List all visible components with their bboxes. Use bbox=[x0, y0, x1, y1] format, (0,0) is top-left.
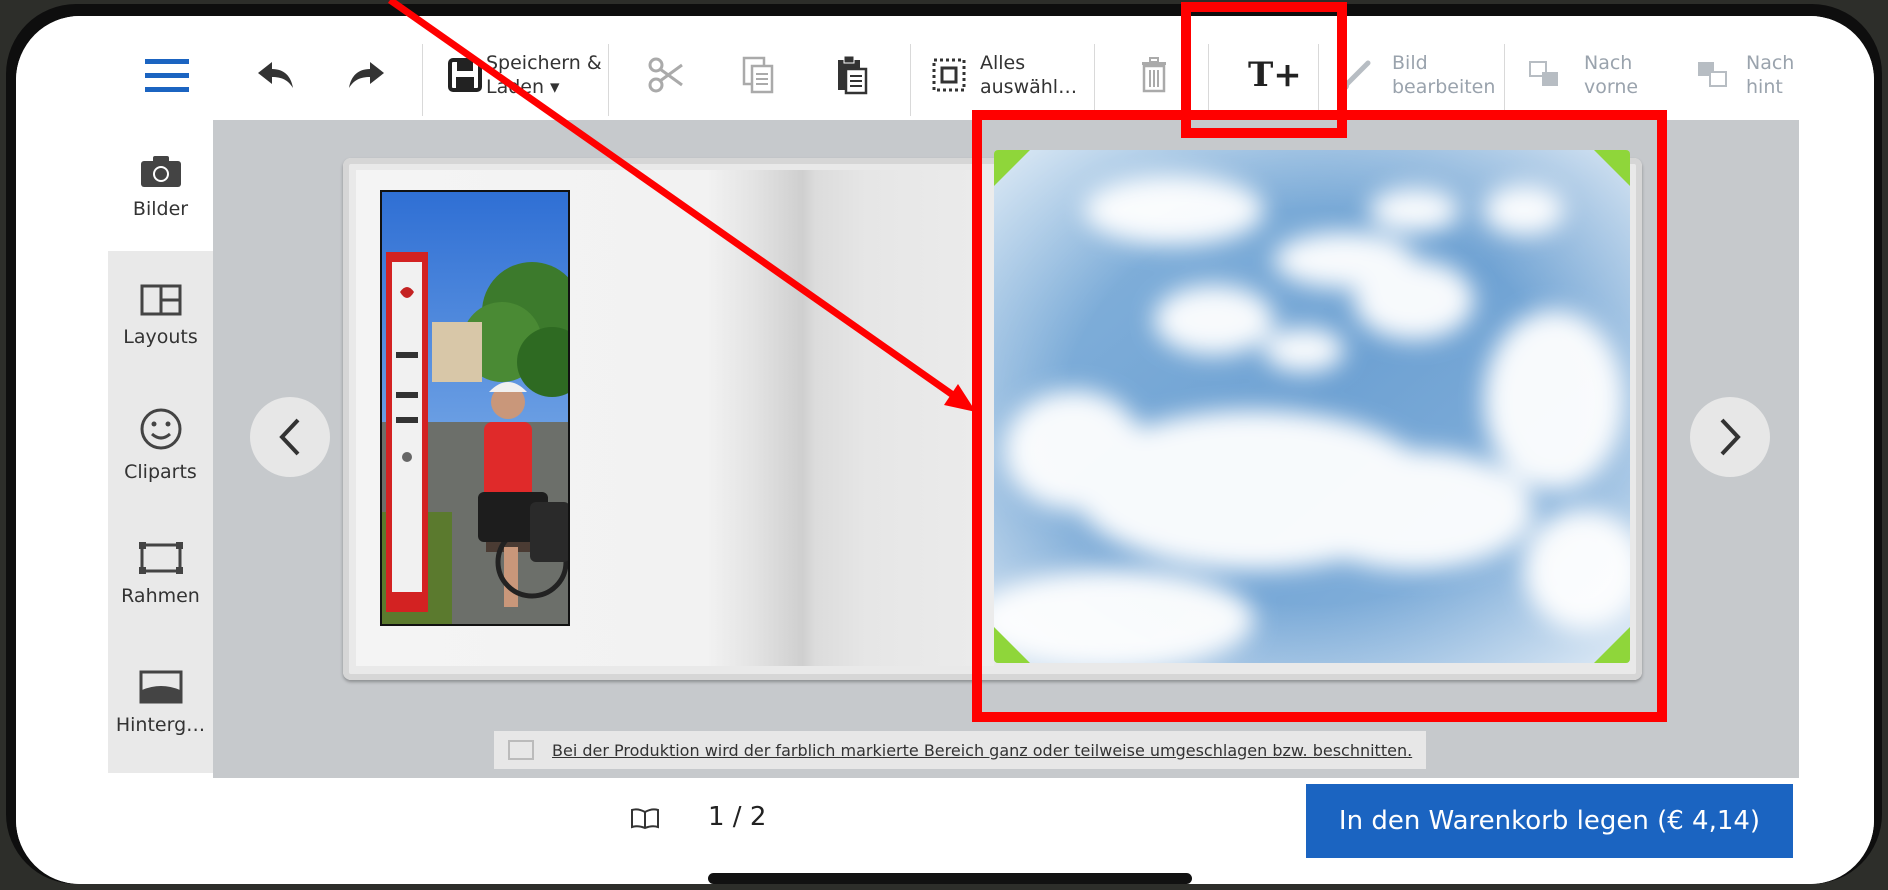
annotation-arrow bbox=[387, 0, 976, 412]
